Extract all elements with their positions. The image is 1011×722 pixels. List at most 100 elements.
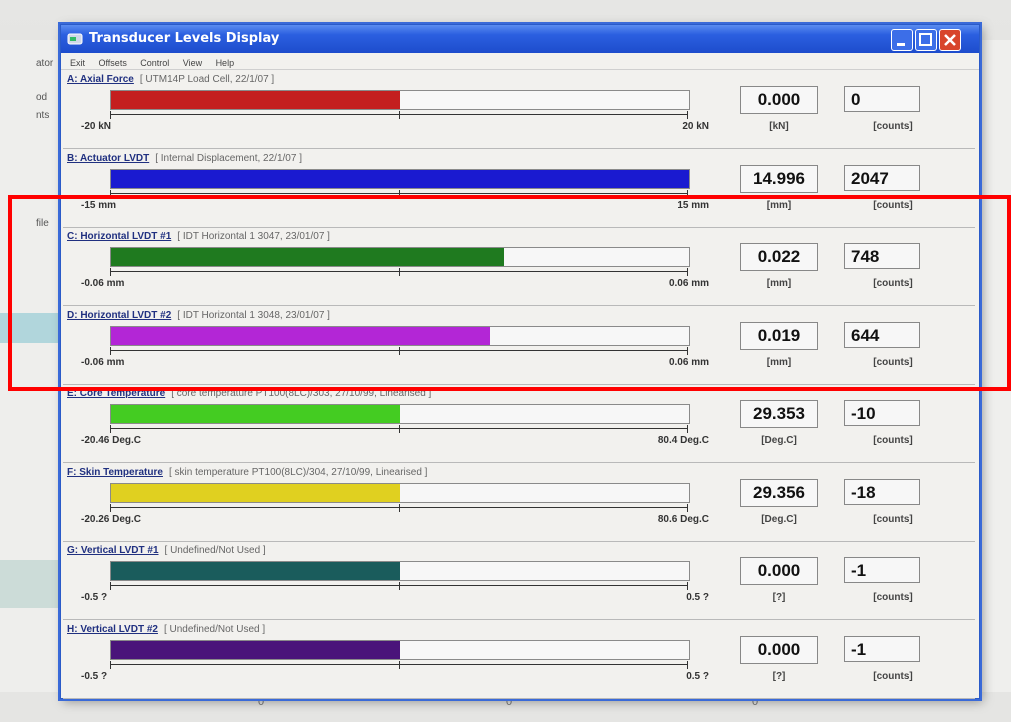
counts-unit: [counts] (873, 199, 913, 211)
level-fill (111, 640, 400, 659)
level-fill (111, 483, 400, 502)
level-axis (110, 346, 688, 355)
panel-label: G: Vertical LVDT #1 [ Undefined/Not Used … (67, 545, 266, 556)
value-unit: [mm] (766, 278, 792, 289)
value-unit: [Deg.C] (761, 513, 797, 525)
transducer-name[interactable]: B: Actuator LVDT (67, 153, 149, 164)
value-unit: [mm] (766, 356, 792, 368)
panel-label: D: Horizontal LVDT #2 [ IDT Horizontal 1 … (67, 310, 330, 321)
transducer-description: [ IDT Horizontal 1 3047, 23/01/07 ] (177, 231, 330, 242)
counts-readout: 748 (844, 243, 920, 269)
range-min-label: -20.46 Deg.C (81, 435, 142, 446)
counts-readout: -1 (844, 635, 920, 662)
transducer-name[interactable]: H: Vertical LVDT #2 (67, 624, 158, 635)
level-axis (110, 111, 688, 119)
transducer-panel: A: Axial Force [ UTM14P Load Cell, 22/1/0… (63, 71, 975, 149)
value-unit: [mm] (766, 199, 792, 211)
counts-unit: [counts] (873, 513, 913, 525)
menu-view[interactable]: View (183, 55, 202, 71)
level-axis (110, 660, 688, 669)
range-max-label: 20 kN (682, 121, 709, 132)
level-bar (110, 561, 690, 581)
level-axis (110, 268, 688, 276)
transducer-panel: D: Horizontal LVDT #2 [ IDT Horizontal 1 … (63, 307, 975, 385)
value-unit: [?] (772, 670, 786, 682)
range-max-label: 0.06 mm (668, 278, 709, 289)
level-bar (110, 482, 690, 503)
transducer-panel: H: Vertical LVDT #2 [ Undefined/Not Used … (63, 621, 975, 699)
counts-readout: 2047 (844, 164, 920, 191)
menu-exit[interactable]: Exit (70, 55, 85, 71)
transducer-description: [ IDT Horizontal 1 3048, 23/01/07 ] (177, 309, 330, 321)
menu-help[interactable]: Help (216, 55, 235, 71)
counts-unit: [counts] (873, 435, 913, 446)
counts-unit: [counts] (873, 356, 913, 368)
level-fill (111, 326, 490, 345)
level-bar (110, 639, 690, 660)
panel-label: A: Axial Force [ UTM14P Load Cell, 22/1/0… (67, 74, 274, 85)
value-readout: 29.353 (740, 400, 818, 428)
counts-readout: -1 (844, 557, 920, 583)
level-bar (110, 247, 690, 267)
level-axis (110, 582, 688, 590)
counts-readout: -18 (844, 478, 920, 505)
minimize-button[interactable] (891, 29, 913, 51)
counts-unit: [counts] (873, 121, 913, 132)
transducer-window: Transducer Levels Display Exit Offsets C… (60, 24, 980, 699)
menu-bar: Exit Offsets Control View Help (61, 53, 979, 70)
range-min-label: -0.5 ? (81, 670, 108, 682)
range-min-label: -20 kN (81, 121, 112, 132)
transducer-name[interactable]: F: Skin Temperature (67, 467, 163, 478)
value-readout: 0.019 (740, 321, 818, 350)
transducer-panel: B: Actuator LVDT [ Internal Displacement,… (63, 150, 975, 228)
panel-label: E: Core Temperature [ core temperature PT… (67, 388, 431, 399)
level-bar (110, 325, 690, 346)
panel-label: H: Vertical LVDT #2 [ Undefined/Not Used … (67, 624, 265, 635)
level-axis (110, 503, 688, 512)
value-unit: [kN] (769, 121, 789, 132)
transducer-panel: F: Skin Temperature [ skin temperature PT… (63, 464, 975, 542)
value-readout: 0.000 (740, 557, 818, 585)
level-fill (111, 169, 689, 188)
range-min-label: -15 mm (81, 199, 117, 211)
counts-readout: -10 (844, 400, 920, 426)
counts-unit: [counts] (873, 278, 913, 289)
transducer-description: [ UTM14P Load Cell, 22/1/07 ] (139, 74, 275, 85)
level-bar (110, 404, 690, 424)
range-max-label: 0.5 ? (686, 592, 709, 603)
menu-control[interactable]: Control (140, 55, 169, 71)
transducer-name[interactable]: E: Core Temperature (67, 388, 165, 399)
transducer-description: [ Undefined/Not Used ] (163, 623, 266, 635)
level-fill (111, 405, 400, 423)
counts-unit: [counts] (873, 592, 913, 603)
panel-label: B: Actuator LVDT [ Internal Displacement,… (67, 153, 302, 164)
value-unit: [?] (772, 592, 786, 603)
panel-label: F: Skin Temperature [ skin temperature PT… (67, 467, 427, 478)
range-max-label: 80.6 Deg.C (657, 513, 709, 525)
menu-offsets[interactable]: Offsets (98, 55, 126, 71)
range-max-label: 80.4 Deg.C (657, 435, 709, 446)
transducer-description: [ core temperature PT100(8LC)/303, 27/10… (171, 388, 432, 399)
value-readout: 0.000 (740, 86, 818, 114)
maximize-icon (919, 33, 932, 46)
close-icon (944, 34, 956, 46)
range-min-label: -0.5 ? (81, 592, 108, 603)
range-min-label: -0.06 mm (81, 356, 125, 368)
range-max-label: 15 mm (677, 199, 709, 211)
transducer-name[interactable]: D: Horizontal LVDT #2 (67, 310, 171, 321)
transducer-panel: E: Core Temperature [ core temperature PT… (63, 385, 975, 463)
transducer-panel: C: Horizontal LVDT #1 [ IDT Horizontal 1 … (63, 228, 975, 306)
transducer-name[interactable]: A: Axial Force (67, 74, 134, 85)
value-readout: 0.022 (740, 243, 818, 271)
transducer-description: [ Undefined/Not Used ] (164, 545, 266, 556)
level-axis (110, 189, 688, 198)
range-max-label: 0.5 ? (686, 670, 709, 682)
panel-label: C: Horizontal LVDT #1 [ IDT Horizontal 1 … (67, 231, 330, 242)
level-fill (111, 562, 400, 580)
close-button[interactable] (939, 29, 961, 51)
transducer-name[interactable]: C: Horizontal LVDT #1 (67, 231, 171, 242)
maximize-button[interactable] (915, 29, 937, 51)
title-bar[interactable]: Transducer Levels Display (61, 25, 979, 53)
transducer-description: [ Internal Displacement, 22/1/07 ] (155, 152, 302, 164)
transducer-name[interactable]: G: Vertical LVDT #1 (67, 545, 159, 556)
